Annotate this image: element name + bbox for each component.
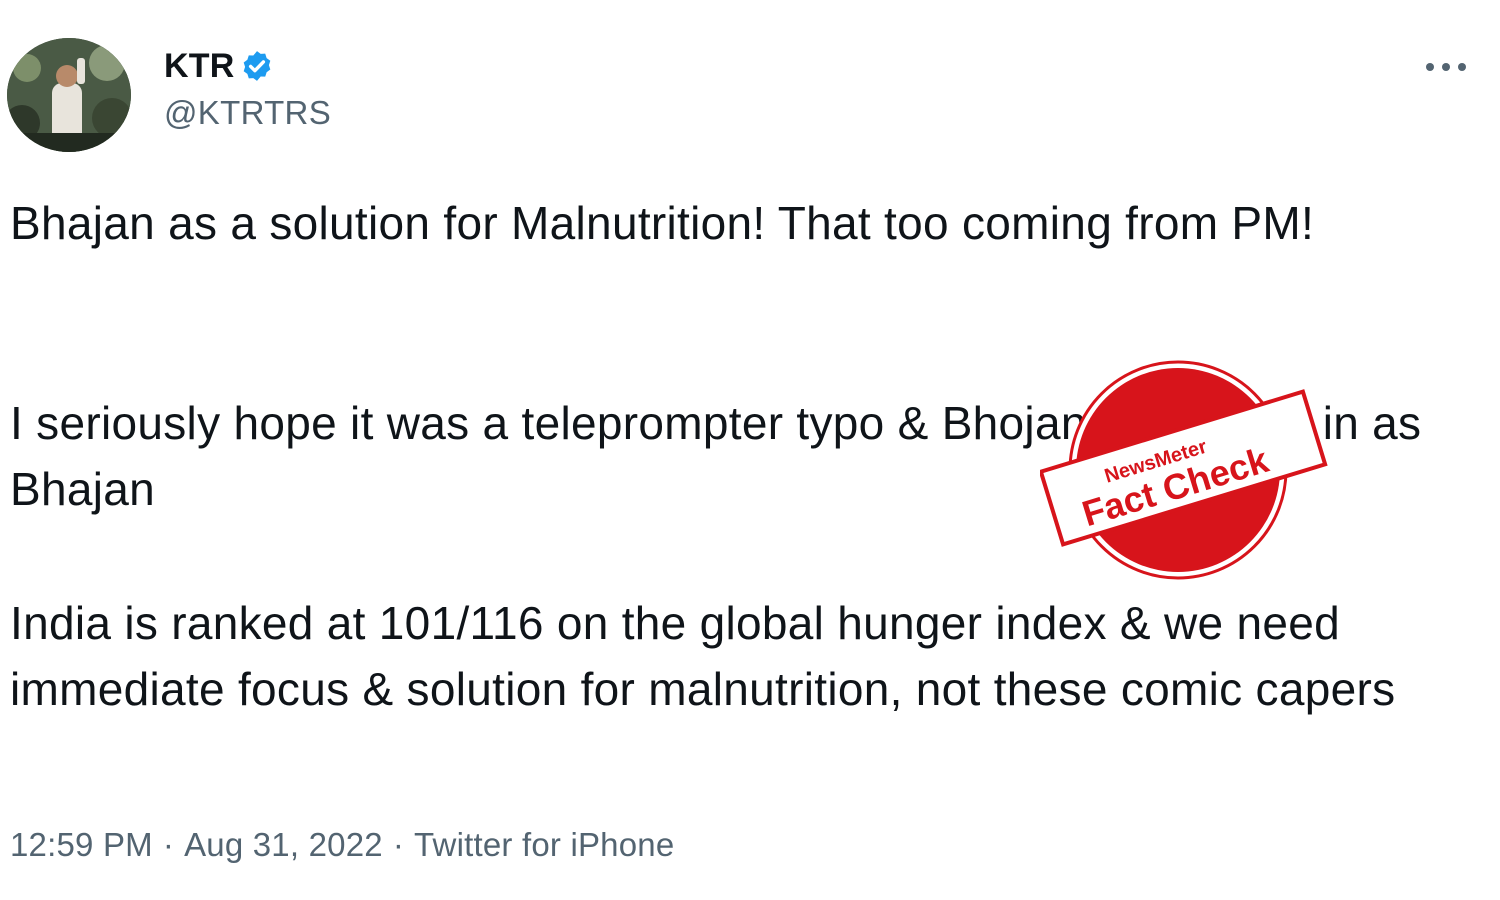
more-options-button[interactable] [1422,52,1470,82]
avatar[interactable] [7,38,131,152]
tweet-metadata: 12:59 PM · Aug 31, 2022 · Twitter for iPhone [10,826,674,864]
tweet-time[interactable]: 12:59 PM [10,826,153,863]
display-name[interactable]: KTR [164,47,234,86]
tweet-card: KTR @KTRTRS Bhajan as a solution for Mal… [0,0,1500,900]
user-handle[interactable]: @KTRTRS [164,94,331,132]
tweet-paragraph: Bhajan as a solution for Malnutrition! T… [10,197,1315,249]
tweet-source[interactable]: Twitter for iPhone [414,826,674,863]
meta-separator: · [392,826,405,863]
meta-separator: · [162,826,175,863]
profile-photo-icon [7,38,131,152]
tweet-paragraph: India is ranked at 101/116 on the global… [10,597,1396,715]
fact-check-stamp: NewsMeter Fact Check [1038,360,1340,580]
ellipsis-icon [1426,63,1466,71]
verified-badge-icon [240,49,274,83]
name-row: KTR [164,44,331,88]
fact-check-stamp-icon: NewsMeter Fact Check [1038,360,1328,580]
author-block: KTR @KTRTRS [164,44,331,132]
tweet-date[interactable]: Aug 31, 2022 [184,826,383,863]
